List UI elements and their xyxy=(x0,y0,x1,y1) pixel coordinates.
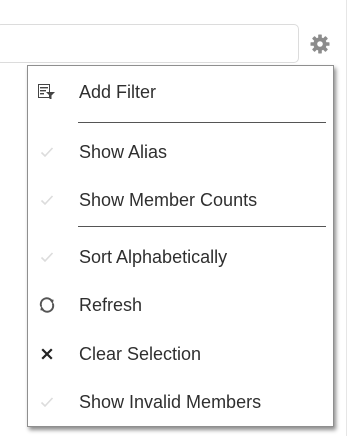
refresh-icon xyxy=(36,294,58,316)
menu-item-label: Show Alias xyxy=(79,141,168,162)
menu-item-add-filter[interactable]: Add Filter xyxy=(28,72,333,112)
check-icon xyxy=(36,141,58,163)
menu-item-show-alias[interactable]: Show Alias xyxy=(28,132,333,172)
menu-item-label: Show Invalid Members xyxy=(79,391,262,412)
menu-separator xyxy=(78,226,326,227)
settings-menu: Add Filter Show Alias Show Member Counts xyxy=(27,65,334,427)
search-input[interactable] xyxy=(0,24,299,63)
close-icon xyxy=(36,343,58,365)
gear-icon xyxy=(310,34,330,54)
menu-separator xyxy=(78,122,326,123)
menu-item-clear-selection[interactable]: Clear Selection xyxy=(28,334,333,374)
check-icon xyxy=(36,189,58,211)
menu-item-label: Add Filter xyxy=(79,81,157,102)
menu-item-label: Sort Alphabetically xyxy=(79,246,228,267)
menu-item-label: Clear Selection xyxy=(79,343,202,364)
add-filter-icon xyxy=(36,81,58,103)
check-icon xyxy=(36,391,58,413)
menu-item-show-member-counts[interactable]: Show Member Counts xyxy=(28,180,333,220)
menu-item-refresh[interactable]: Refresh xyxy=(28,285,333,325)
menu-item-label: Refresh xyxy=(79,294,143,315)
menu-item-label: Show Member Counts xyxy=(79,189,258,210)
menu-item-show-invalid-members[interactable]: Show Invalid Members xyxy=(28,382,333,422)
settings-button[interactable] xyxy=(309,33,331,55)
panel-edge xyxy=(346,0,347,436)
menu-item-sort-alphabetically[interactable]: Sort Alphabetically xyxy=(28,237,333,277)
check-icon xyxy=(36,246,58,268)
screen: Add Filter Show Alias Show Member Counts xyxy=(0,0,349,436)
